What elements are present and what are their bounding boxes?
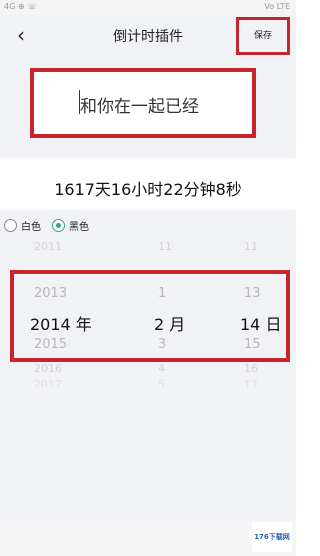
picker-day: 16 <box>244 362 258 375</box>
save-button[interactable]: 保存 <box>236 17 290 55</box>
picker-row[interactable]: 2017 5 17 <box>0 378 296 387</box>
radio-black-label: 黑色 <box>69 222 89 233</box>
picker-row[interactable]: 2011 11 11 <box>0 240 296 252</box>
picker-month: 11 <box>158 240 172 252</box>
picker-day: 17 <box>244 378 258 387</box>
countdown-display: 1617天16小时22分钟8秒 <box>54 180 242 199</box>
picker-month: 4 <box>158 362 165 375</box>
watermark-logo: 176下载网 <box>252 522 292 552</box>
radio-black-indicator[interactable] <box>52 219 65 232</box>
picker-year: 2016 <box>34 362 62 375</box>
title-input-value: 和你在一起已经 <box>80 97 199 117</box>
title-input[interactable]: 和你在一起已经 <box>30 68 256 138</box>
picker-year: 2011 <box>34 240 62 252</box>
status-bar: 4G ⊕ ☏ Vo LTE <box>0 0 296 14</box>
radio-white-indicator[interactable] <box>4 219 17 232</box>
radio-black[interactable]: 黑色 <box>52 218 89 233</box>
picker-highlight-frame <box>10 270 290 362</box>
radio-white[interactable]: 白色 <box>4 218 41 233</box>
status-bar-left: 4G ⊕ ☏ <box>4 2 38 11</box>
picker-day: 11 <box>244 240 258 252</box>
top-bar: ‹ 倒计时插件 保存 <box>0 14 296 58</box>
status-bar-right: Vo LTE <box>264 2 290 11</box>
radio-white-label: 白色 <box>21 222 41 233</box>
picker-month: 5 <box>158 378 165 387</box>
picker-year: 2017 <box>34 378 62 387</box>
